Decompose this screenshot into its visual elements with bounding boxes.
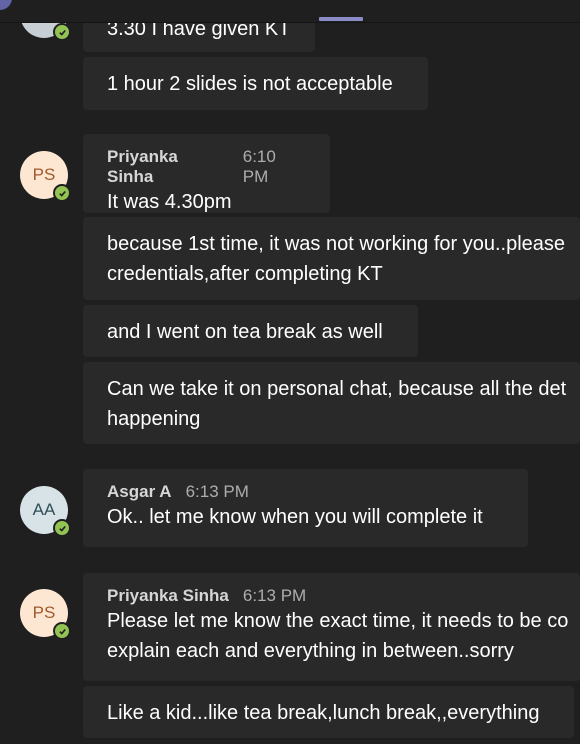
message-text: Can we take it on personal chat, because… [107, 378, 567, 400]
message-bubble[interactable]: Asgar A 6:13 PM Ok.. let me know when yo… [83, 469, 528, 547]
author-name[interactable]: Priyanka Sinha [107, 586, 229, 606]
avatar-initials: PS [32, 165, 56, 184]
message-bubble[interactable]: 1 hour 2 slides is not acceptable [83, 57, 428, 110]
avatar[interactable]: AA [20, 486, 71, 537]
message-bubble[interactable]: and I went on tea break as well [83, 305, 418, 357]
avatar-initials: AA [32, 500, 56, 519]
presence-available-icon [53, 519, 71, 537]
message-text: happening [107, 408, 201, 430]
timestamp: 6:13 PM [185, 482, 249, 501]
author-name[interactable]: Priyanka Sinha [107, 147, 229, 187]
active-tab-indicator [319, 17, 363, 21]
message-header: Asgar A 6:13 PM [107, 482, 504, 502]
message-text: explain each and everything in between..… [107, 640, 514, 662]
timestamp: 6:10 PM [242, 147, 276, 186]
message-text: Please let me know the exact time, it ne… [107, 610, 569, 632]
message-bubble[interactable]: because 1st time, it was not working for… [83, 217, 580, 300]
message-text: Ok.. let me know when you will complete … [107, 506, 483, 528]
author-name[interactable]: Asgar A [107, 482, 172, 502]
presence-available-icon [53, 622, 71, 640]
message-header: Priyanka Sinha 6:13 PM [107, 586, 580, 606]
avatar[interactable]: PS [20, 151, 71, 202]
message-text: 1 hour 2 slides is not acceptable [107, 73, 393, 95]
message-text: It was 4.30pm [107, 191, 232, 213]
message-text: because 1st time, it was not working for… [107, 233, 566, 255]
top-bar [0, 0, 580, 23]
message-bubble[interactable]: Priyanka Sinha 6:13 PM Please let me kno… [83, 573, 580, 681]
presence-available-icon [53, 23, 71, 41]
message-header: Priyanka Sinha 6:10 PM [107, 147, 306, 187]
message-bubble[interactable]: Priyanka Sinha 6:10 PM It was 4.30pm [83, 134, 330, 213]
presence-available-icon [53, 184, 71, 202]
avatar-initials: PS [32, 603, 56, 622]
timestamp: 6:13 PM [242, 586, 307, 605]
message-bubble[interactable]: Like a kid...like tea break,lunch break,… [83, 686, 574, 738]
message-text: credentials,after completing KT [107, 263, 383, 285]
message-bubble[interactable]: Can we take it on personal chat, because… [83, 362, 580, 444]
message-text: Like a kid...like tea break,lunch break,… [107, 702, 540, 724]
message-text: and I went on tea break as well [107, 321, 383, 343]
avatar[interactable]: PS [20, 589, 71, 640]
